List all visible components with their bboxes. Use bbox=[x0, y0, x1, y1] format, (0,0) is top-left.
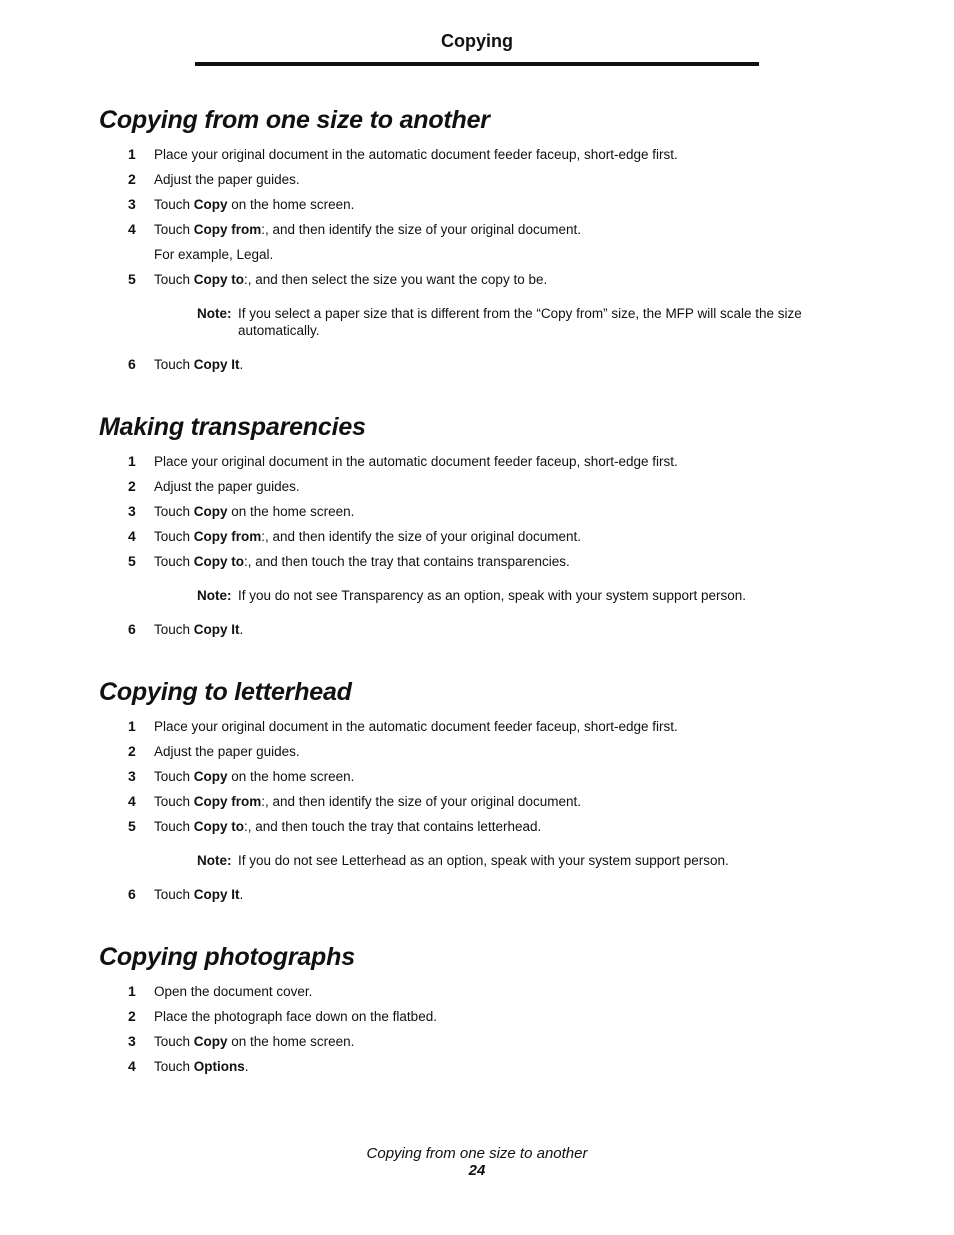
step-text: Touch Copy It. bbox=[154, 622, 244, 637]
step: 1 Place your original document in the aut… bbox=[99, 146, 859, 171]
step-list: 1 Open the document cover. 2 Place the pho… bbox=[99, 983, 859, 1083]
step: 1 Place your original document in the aut… bbox=[99, 453, 859, 478]
step-text: Touch Options. bbox=[154, 1059, 249, 1074]
step: 3 Touch Copy on the home screen. bbox=[99, 503, 859, 528]
running-head: Copying bbox=[441, 31, 513, 51]
note: Note: If you do not see Letterhead as an … bbox=[197, 843, 859, 869]
step: 4 Touch Options. bbox=[99, 1058, 859, 1083]
step-number: 2 bbox=[128, 478, 136, 494]
step-text: Place your original document in the auto… bbox=[154, 147, 678, 162]
step: 6 Touch Copy It. bbox=[99, 356, 859, 381]
step-number: 1 bbox=[128, 983, 136, 999]
step-text: Touch Copy to:, and then touch the tray … bbox=[154, 554, 570, 569]
step-number: 6 bbox=[128, 886, 136, 902]
step-text: Touch Copy It. bbox=[154, 887, 244, 902]
note: Note: If you do not see Transparency as a… bbox=[197, 578, 859, 604]
step-number: 4 bbox=[128, 221, 136, 237]
step-text: Adjust the paper guides. bbox=[154, 172, 300, 187]
note-label: Note: bbox=[197, 853, 232, 868]
header-rule bbox=[195, 62, 759, 66]
step-number: 2 bbox=[128, 1008, 136, 1024]
step: 5 Touch Copy to:, and then select the siz… bbox=[99, 271, 859, 296]
step: 2 Adjust the paper guides. bbox=[99, 743, 859, 768]
step: 3 Touch Copy on the home screen. bbox=[99, 196, 859, 221]
note-text: If you do not see Letterhead as an optio… bbox=[238, 853, 729, 868]
step-text: Touch Copy from:, and then identify the … bbox=[154, 529, 581, 544]
note-text: If you do not see Transparency as an opt… bbox=[238, 588, 747, 603]
step-number: 3 bbox=[128, 1033, 136, 1049]
step: 2 Place the photograph face down on the f… bbox=[99, 1008, 859, 1033]
step: 1 Open the document cover. bbox=[99, 983, 859, 1008]
step-text: Touch Copy on the home screen. bbox=[154, 769, 355, 784]
section-transparencies: Making transparencies 1 Place your origin… bbox=[99, 411, 859, 646]
step: 4 Touch Copy from:, and then identify the… bbox=[99, 528, 859, 553]
step-text: Touch Copy from:, and then identify the … bbox=[154, 794, 581, 809]
step-number: 3 bbox=[128, 503, 136, 519]
step-text: Touch Copy on the home screen. bbox=[154, 504, 355, 519]
step-number: 4 bbox=[128, 793, 136, 809]
page-number: 24 bbox=[468, 1162, 486, 1179]
step-number: 5 bbox=[128, 553, 136, 569]
section-photographs: Copying photographs 1 Open the document c… bbox=[99, 941, 859, 1083]
step-number: 6 bbox=[128, 356, 136, 372]
step-text: Place your original document in the auto… bbox=[154, 719, 678, 734]
step-number: 2 bbox=[128, 171, 136, 187]
note: Note: If you select a paper size that is … bbox=[197, 296, 859, 339]
step-text: Open the document cover. bbox=[154, 984, 313, 999]
note-text: If you select a paper size that is diffe… bbox=[238, 306, 802, 338]
step-number: 2 bbox=[128, 743, 136, 759]
step-number: 3 bbox=[128, 196, 136, 212]
step-number: 4 bbox=[128, 1058, 136, 1074]
step-text: Touch Copy It. bbox=[154, 357, 244, 372]
step: 5 Touch Copy to:, and then touch the tray… bbox=[99, 818, 859, 843]
step-number: 3 bbox=[128, 768, 136, 784]
step-number: 5 bbox=[128, 818, 136, 834]
step-number: 1 bbox=[128, 146, 136, 162]
step-list: 1 Place your original document in the aut… bbox=[99, 146, 859, 381]
step-text: Touch Copy on the home screen. bbox=[154, 1034, 355, 1049]
step: 6 Touch Copy It. bbox=[99, 621, 859, 646]
step-list: 1 Place your original document in the aut… bbox=[99, 453, 859, 646]
step: 3 Touch Copy on the home screen. bbox=[99, 768, 859, 793]
step: 3 Touch Copy on the home screen. bbox=[99, 1033, 859, 1058]
step-text: Place your original document in the auto… bbox=[154, 454, 678, 469]
section-title: Copying photographs bbox=[99, 943, 355, 971]
step: 2 Adjust the paper guides. bbox=[99, 478, 859, 503]
section-title: Copying from one size to another bbox=[99, 106, 490, 134]
step-number: 6 bbox=[128, 621, 136, 637]
step: 4 Touch Copy from:, and then identify the… bbox=[99, 221, 859, 246]
step-number: 4 bbox=[128, 528, 136, 544]
step: 6 Touch Copy It. bbox=[99, 886, 859, 911]
step-number: 5 bbox=[128, 271, 136, 287]
step-text: Place the photograph face down on the fl… bbox=[154, 1009, 437, 1024]
step-text: Adjust the paper guides. bbox=[154, 744, 300, 759]
step-text: Touch Copy on the home screen. bbox=[154, 197, 355, 212]
footer-section-title: Copying from one size to another bbox=[366, 1145, 588, 1162]
note-label: Note: bbox=[197, 588, 232, 603]
page-footer: Copying from one size to another 24 bbox=[0, 1145, 954, 1180]
step-text: Touch Copy from:, and then identify the … bbox=[154, 222, 581, 237]
section-letterhead: Copying to letterhead 1 Place your origin… bbox=[99, 676, 859, 911]
step-text: Touch Copy to:, and then touch the tray … bbox=[154, 819, 542, 834]
step-number: 1 bbox=[128, 453, 136, 469]
step-text: Adjust the paper guides. bbox=[154, 479, 300, 494]
step: 1 Place your original document in the aut… bbox=[99, 718, 859, 743]
note-label: Note: bbox=[197, 306, 232, 321]
section-title: Copying to letterhead bbox=[99, 678, 352, 706]
step-text: Touch Copy to:, and then select the size… bbox=[154, 272, 548, 287]
section-title: Making transparencies bbox=[99, 413, 366, 441]
step-continuation: For example, Legal. bbox=[99, 246, 859, 271]
step-number: 1 bbox=[128, 718, 136, 734]
section-copying-size: Copying from one size to another 1 Place … bbox=[99, 104, 859, 381]
step: 5 Touch Copy to:, and then touch the tray… bbox=[99, 553, 859, 578]
step-text: For example, Legal. bbox=[154, 247, 274, 262]
step: 2 Adjust the paper guides. bbox=[99, 171, 859, 196]
step-list: 1 Place your original document in the aut… bbox=[99, 718, 859, 911]
step: 4 Touch Copy from:, and then identify the… bbox=[99, 793, 859, 818]
